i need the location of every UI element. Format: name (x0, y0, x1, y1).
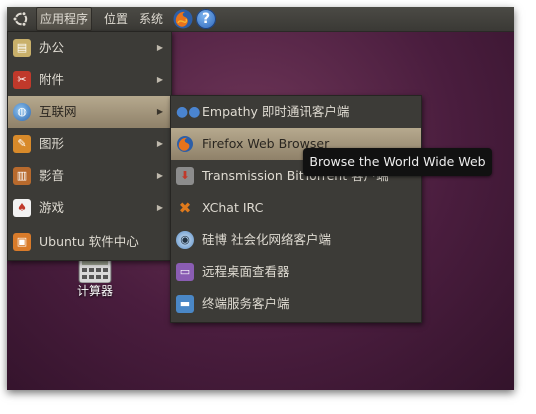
empathy-icon: ●● (176, 104, 201, 120)
system-menu[interactable]: 系统 (135, 7, 167, 31)
submenu-item-remote-desktop[interactable]: ▭ 远程桌面查看器 (171, 256, 421, 288)
submenu-arrow-icon: ▶ (156, 107, 163, 116)
terminal-server-icon: ▬ (176, 295, 194, 313)
software-center-icon: ▣ (13, 233, 31, 251)
submenu-item-label: 远程桌面查看器 (202, 264, 290, 279)
calculator-desktop-label[interactable]: 计算器 (65, 282, 125, 299)
submenu-arrow-icon: ▶ (156, 75, 163, 84)
firefox-icon (177, 136, 193, 152)
submenu-item-gwibber[interactable]: ◉ 硅博 社会化网络客户端 (171, 224, 421, 256)
gwibber-icon: ◉ (176, 231, 194, 249)
submenu-arrow-icon: ▶ (156, 203, 163, 212)
menu-item-sound-video[interactable]: ▥ 影音 ▶ (8, 160, 171, 192)
menu-item-label: 游戏 (39, 200, 65, 215)
xchat-icon: ✖ (178, 199, 192, 217)
applications-dropdown: ▤ 办公 ▶ ✂ 附件 ▶ ◍ 互联网 ▶ ✎ 图形 ▶ ▥ 影音 ▶ ♠ 游戏… (7, 31, 172, 261)
menu-item-accessories[interactable]: ✂ 附件 ▶ (8, 64, 171, 96)
applications-menu[interactable]: 应用程序 (36, 7, 93, 31)
submenu-item-label: XChat IRC (202, 200, 264, 215)
accessories-icon: ✂ (13, 71, 31, 89)
games-icon: ♠ (13, 199, 31, 217)
menu-item-graphics[interactable]: ✎ 图形 ▶ (8, 128, 171, 160)
transmission-icon: ⬇ (176, 167, 194, 185)
sound-video-icon: ▥ (13, 167, 31, 185)
submenu-arrow-icon: ▶ (156, 171, 163, 180)
firefox-launcher-icon[interactable] (172, 8, 194, 30)
menu-item-office[interactable]: ▤ 办公 ▶ (8, 32, 171, 64)
menu-item-internet[interactable]: ◍ 互联网 ▶ (8, 96, 171, 128)
menu-item-label: 办公 (39, 40, 65, 55)
submenu-item-xchat[interactable]: ✖ XChat IRC (171, 192, 421, 224)
remote-desktop-icon: ▭ (176, 263, 194, 281)
menu-item-label: 附件 (39, 72, 65, 87)
internet-icon: ◍ (13, 103, 31, 121)
office-icon: ▤ (13, 39, 31, 57)
submenu-item-label: Empathy 即时通讯客户端 (202, 104, 350, 119)
submenu-item-label: 硅博 社会化网络客户端 (202, 232, 331, 247)
graphics-icon: ✎ (13, 135, 31, 153)
places-menu[interactable]: 位置 (100, 7, 132, 31)
menu-item-label: Ubuntu 软件中心 (39, 234, 139, 249)
menu-item-software-center[interactable]: ▣ Ubuntu 软件中心 (8, 226, 171, 258)
menu-item-label: 互联网 (39, 104, 77, 119)
menu-item-label: 影音 (39, 168, 65, 183)
submenu-item-label: 终端服务客户端 (202, 296, 290, 311)
submenu-item-empathy[interactable]: ●● Empathy 即时通讯客户端 (171, 96, 421, 128)
firefox-tooltip: Browse the World Wide Web (303, 148, 492, 176)
menu-item-label: 图形 (39, 136, 65, 151)
help-launcher-icon[interactable]: ? (196, 9, 216, 29)
submenu-arrow-icon: ▶ (156, 43, 163, 52)
internet-submenu: ●● Empathy 即时通讯客户端 Firefox Web Browser ⬇… (170, 95, 422, 323)
menu-item-games[interactable]: ♠ 游戏 ▶ (8, 192, 171, 224)
screenshot-frame: 计算器 应用程序 位置 系统 ? ▤ 办公 ▶ ✂ 附件 ▶ ◍ 互联网 ▶ ✎… (7, 7, 514, 390)
submenu-arrow-icon: ▶ (156, 139, 163, 148)
top-panel: 应用程序 位置 系统 ? (7, 7, 514, 32)
ubuntu-logo-icon[interactable] (12, 10, 30, 28)
submenu-item-terminal-server[interactable]: ▬ 终端服务客户端 (171, 288, 421, 320)
